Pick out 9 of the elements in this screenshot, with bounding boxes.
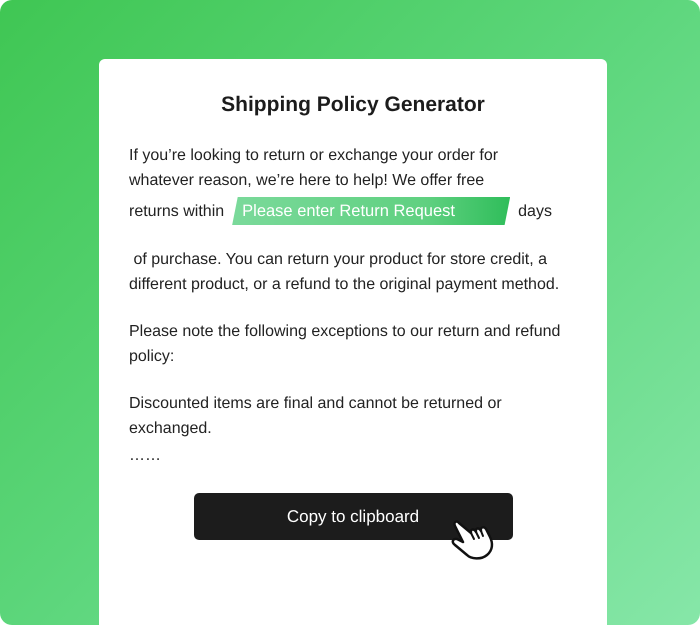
policy-paragraph: Discounted items are final and cannot be returned or exchanged. [129,394,503,439]
intro-text: returns within [129,202,224,222]
days-text: days [518,202,552,222]
policy-paragraph: of purchase. You can return your product for store credit, a different product, or a refund to the original payment method. [129,250,560,295]
card-title: Shipping Policy Generator [220,93,486,117]
return-days-field[interactable]: Please enter Return Request [232,197,510,225]
policy-paragraph: Please note the following exceptions to our return and refund policy: [129,322,562,367]
ellipsis-text: …… [129,446,162,466]
copy-button[interactable]: Copy to clipboard [194,493,512,540]
